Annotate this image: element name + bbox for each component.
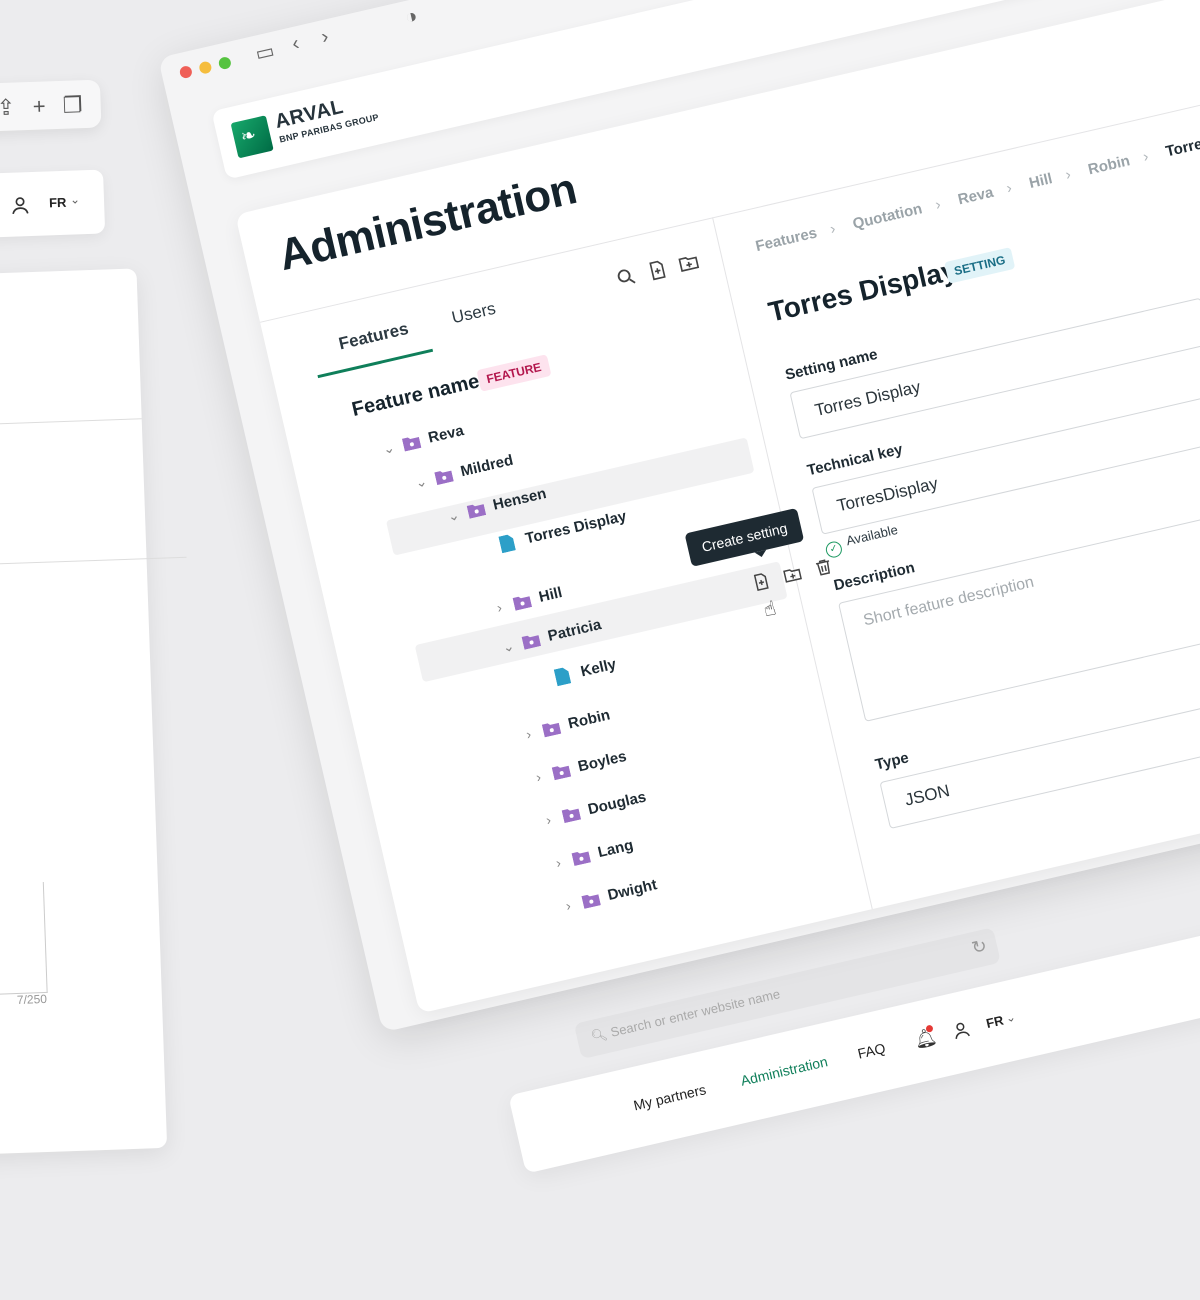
tabs-overview-icon[interactable]: ❐	[62, 92, 83, 119]
technical-key-value: TorresDisplay	[835, 473, 940, 516]
setting-file-icon	[553, 667, 572, 687]
breadcrumb-item[interactable]: Quotation	[851, 200, 924, 232]
breadcrumb-item[interactable]: Reva	[956, 184, 995, 209]
active-tab-indicator	[317, 348, 434, 379]
left-window-content: 7/250	[0, 268, 187, 1160]
textarea[interactable]	[0, 881, 48, 1001]
tree-node-label: Mildred	[458, 451, 515, 481]
setting-file-icon	[498, 534, 516, 554]
setting-badge: SETTING	[944, 247, 1016, 284]
folder-settings-icon	[551, 765, 572, 781]
share-icon[interactable]: ⇪	[0, 95, 16, 122]
tree-node-label: Hill	[537, 584, 564, 606]
nav-link-administration[interactable]: Administration	[739, 1053, 829, 1089]
divider	[0, 418, 142, 431]
folder-settings-icon	[434, 470, 454, 486]
type-value: JSON	[903, 780, 952, 810]
breadcrumb-current: Torres Display	[1164, 121, 1200, 161]
user-icon[interactable]	[9, 194, 32, 217]
feature-badge: FEATURE	[476, 354, 552, 392]
add-folder-icon[interactable]	[780, 563, 804, 587]
detail-title: Torres Display	[765, 254, 960, 328]
back-icon[interactable]: ‹	[290, 32, 302, 56]
search-icon[interactable]	[613, 264, 639, 290]
chevron-right-icon[interactable]: ›	[560, 896, 577, 915]
tree-node-label: Boyles	[576, 747, 629, 776]
breadcrumb-item[interactable]: Robin	[1086, 152, 1131, 178]
left-window-header: FR ⌄	[0, 169, 106, 244]
tree-node-label: Robin	[566, 706, 612, 733]
setting-name-value: Torres Display	[813, 377, 923, 420]
forward-icon[interactable]: ›	[319, 25, 331, 49]
folder-settings-icon	[571, 851, 592, 867]
tree-node-label: Kelly	[579, 655, 618, 681]
tree-node-label: Dwight	[606, 876, 659, 905]
page-title: Administration	[274, 164, 581, 281]
maximize-window-button[interactable]	[217, 55, 233, 71]
breadcrumb-separator-icon: ›	[828, 220, 838, 238]
tree-node-douglas[interactable]: › Douglas	[538, 788, 648, 841]
breadcrumb-separator-icon: ›	[1004, 179, 1014, 198]
breadcrumb-item[interactable]: Hill	[1027, 170, 1054, 192]
tree-node-boyles[interactable]: › Boyles	[528, 748, 628, 798]
breadcrumb-separator-icon: ›	[1063, 165, 1073, 184]
add-folder-icon[interactable]	[675, 250, 701, 276]
tab-users[interactable]: Users	[450, 299, 498, 328]
tree-node-label: Reva	[426, 422, 466, 447]
folder-settings-icon	[561, 808, 582, 824]
tree-node-reva[interactable]: ⌄ Reva	[378, 422, 465, 469]
tab-features[interactable]: Features	[337, 319, 411, 354]
chevron-right-icon[interactable]: ›	[491, 598, 508, 617]
shield-icon[interactable]: ◑	[403, 5, 420, 30]
close-window-button[interactable]	[178, 64, 194, 80]
tree-node-kelly[interactable]: Kelly	[531, 656, 618, 703]
chevron-right-icon[interactable]: ›	[550, 853, 567, 872]
check-circle-icon: ✓	[824, 539, 844, 560]
divider	[0, 556, 187, 571]
chevron-right-icon[interactable]: ›	[520, 725, 537, 744]
breadcrumb: Features › Quotation › Reva › Hill › Robin › …	[754, 118, 1200, 256]
tree-node-dwight[interactable]: › Dwight	[558, 876, 659, 926]
type-label: Type	[873, 749, 911, 774]
breadcrumb-item[interactable]: Features	[754, 225, 819, 256]
language-selector[interactable]: FR	[49, 195, 67, 211]
tree-node-robin[interactable]: › Robin	[518, 706, 611, 755]
breadcrumb-separator-icon: ›	[1141, 147, 1151, 166]
tree-node-mildred[interactable]: ⌄ Mildred	[411, 452, 515, 503]
chevron-down-icon[interactable]: ⌄	[380, 439, 397, 459]
chevron-right-icon[interactable]: ›	[540, 810, 557, 829]
add-file-icon[interactable]	[644, 257, 670, 283]
tree-node-torres-display[interactable]: Torres Display	[475, 508, 628, 570]
tree-node-hill[interactable]: › Hill	[489, 584, 564, 628]
type-select[interactable]: JSON ⌄	[879, 687, 1200, 830]
administration-panel: Administration Features Users Feature na…	[235, 0, 1200, 1014]
chevron-right-icon[interactable]: ›	[530, 767, 547, 786]
folder-settings-icon	[512, 596, 533, 611]
user-icon[interactable]	[949, 1018, 973, 1042]
nav-link-faq[interactable]: FAQ	[856, 1040, 887, 1062]
create-setting-tooltip: Create setting	[684, 507, 805, 567]
nav-link-my-partners[interactable]: My partners	[632, 1081, 708, 1113]
arval-logo-icon: ❧	[230, 115, 274, 159]
folder-settings-icon	[401, 437, 422, 452]
sidebar-toggle-icon[interactable]: ▭	[253, 38, 277, 67]
chevron-down-icon[interactable]: ⌄	[412, 472, 429, 492]
folder-settings-icon	[541, 722, 562, 738]
language-selector[interactable]: FR	[985, 1013, 1005, 1032]
minimize-window-button[interactable]	[198, 60, 213, 75]
left-window-toolbar: ⇪ + ❐	[0, 79, 102, 138]
new-tab-icon[interactable]: +	[32, 93, 46, 119]
folder-settings-icon	[581, 894, 601, 909]
chevron-down-icon[interactable]: ⌄	[1004, 1010, 1017, 1026]
feature-tree-heading: Feature name	[349, 370, 482, 422]
trash-icon[interactable]	[812, 555, 836, 579]
chevron-down-icon[interactable]: ⌄	[70, 192, 81, 206]
tree-node-lang[interactable]: › Lang	[548, 837, 635, 884]
reload-icon[interactable]: ↻	[970, 935, 989, 959]
char-counter: 7/250	[16, 991, 48, 1007]
breadcrumb-separator-icon: ›	[933, 195, 943, 214]
tree-node-label: Douglas	[586, 788, 648, 819]
tree-node-label: Lang	[596, 836, 635, 862]
